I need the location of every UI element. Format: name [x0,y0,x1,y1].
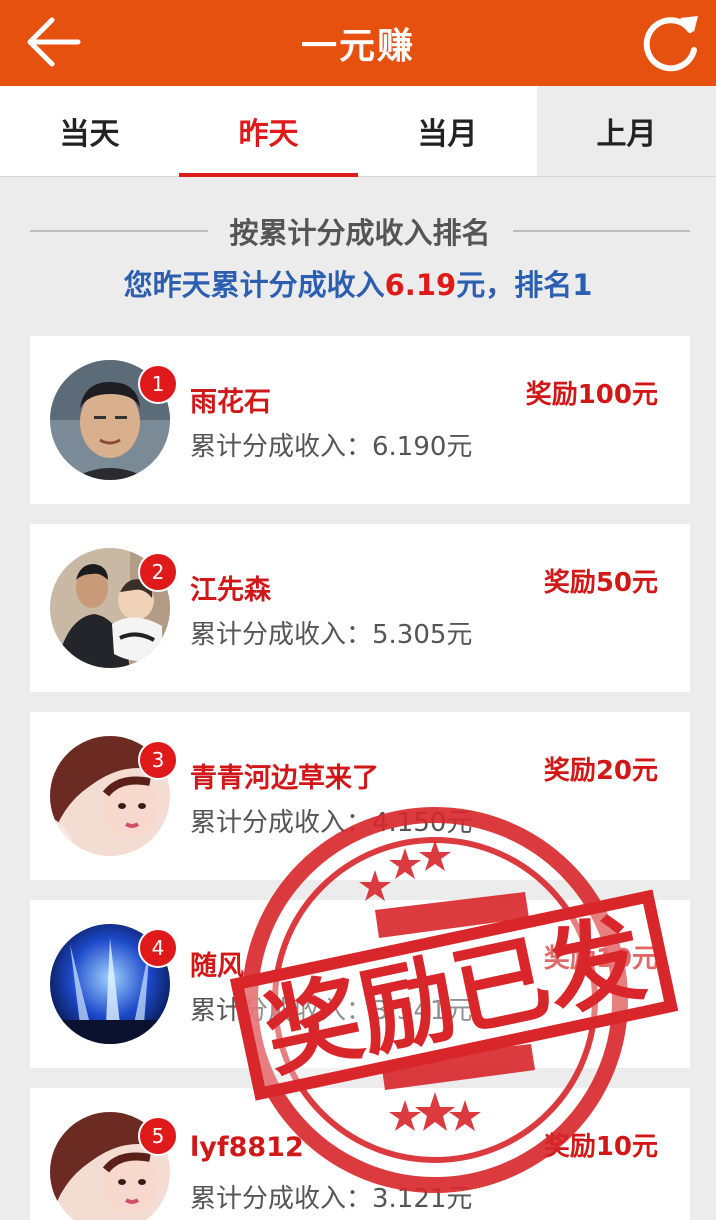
tab-yesterday[interactable]: 昨天 [179,86,358,177]
reward-label: 奖励10元 [543,944,658,974]
reward-label: 奖励50元 [543,568,658,598]
income-text: 累计分成收入：3.341元 [190,996,473,1026]
reward-label: 奖励100元 [525,380,658,410]
divider-left [30,230,208,232]
ranking-card[interactable]: 4 随风 累计分成收入：3.341元 奖励10元 [30,900,690,1068]
user-name: 江先森 [190,575,271,606]
ranking-card[interactable]: 1 雨花石 累计分成收入：6.190元 奖励100元 [30,336,690,504]
ranking-card[interactable]: 2 江先森 累计分成收入：5.305元 奖励50元 [30,524,690,692]
tab-last-month[interactable]: 上月 [537,86,716,176]
rank-badge: 1 [138,364,178,404]
rank-badge: 4 [138,928,178,968]
tab-this-month[interactable]: 当月 [358,86,537,176]
refresh-icon[interactable] [640,10,704,74]
income-text: 累计分成收入：4.150元 [190,808,473,838]
user-name: 青青河边草来了 [190,763,379,794]
user-name: 雨花石 [190,387,271,418]
section-heading: 按累计分成收入排名 [30,206,691,256]
income-text: 累计分成收入：3.121元 [190,1184,473,1214]
reward-label: 奖励10元 [543,1132,658,1162]
period-tabs: 当天 昨天 当月 上月 [0,86,716,177]
tab-today[interactable]: 当天 [0,86,179,176]
app-screen: 一元赚 当天 昨天 当月 上月 按累计分成收入排名 您昨天累计分成收入6.19元… [0,0,716,1220]
income-summary: 您昨天累计分成收入6.19元，排名1 [0,262,716,314]
income-text: 累计分成收入：5.305元 [190,620,473,650]
summary-suffix: 元，排名1 [456,268,593,302]
page-title: 一元赚 [300,26,415,67]
section-title: 按累计分成收入排名 [229,216,491,250]
summary-amount: 6.19 [384,268,457,302]
ranking-card[interactable]: 5 lyf8812 累计分成收入：3.121元 奖励10元 [30,1088,690,1220]
rank-badge: 5 [138,1116,178,1156]
back-arrow-icon[interactable] [26,16,82,68]
divider-right [512,230,691,232]
rank-badge: 3 [138,740,178,780]
reward-label: 奖励20元 [543,756,658,786]
summary-prefix: 您昨天累计分成收入 [123,268,385,302]
user-name: 随风 [190,951,244,982]
user-name: lyf8812 [190,1132,304,1163]
rank-badge: 2 [138,552,178,592]
top-bar: 一元赚 [0,0,716,86]
ranking-card[interactable]: 3 青青河边草来了 累计分成收入：4.150元 奖励20元 [30,712,690,880]
income-text: 累计分成收入：6.190元 [190,432,473,462]
